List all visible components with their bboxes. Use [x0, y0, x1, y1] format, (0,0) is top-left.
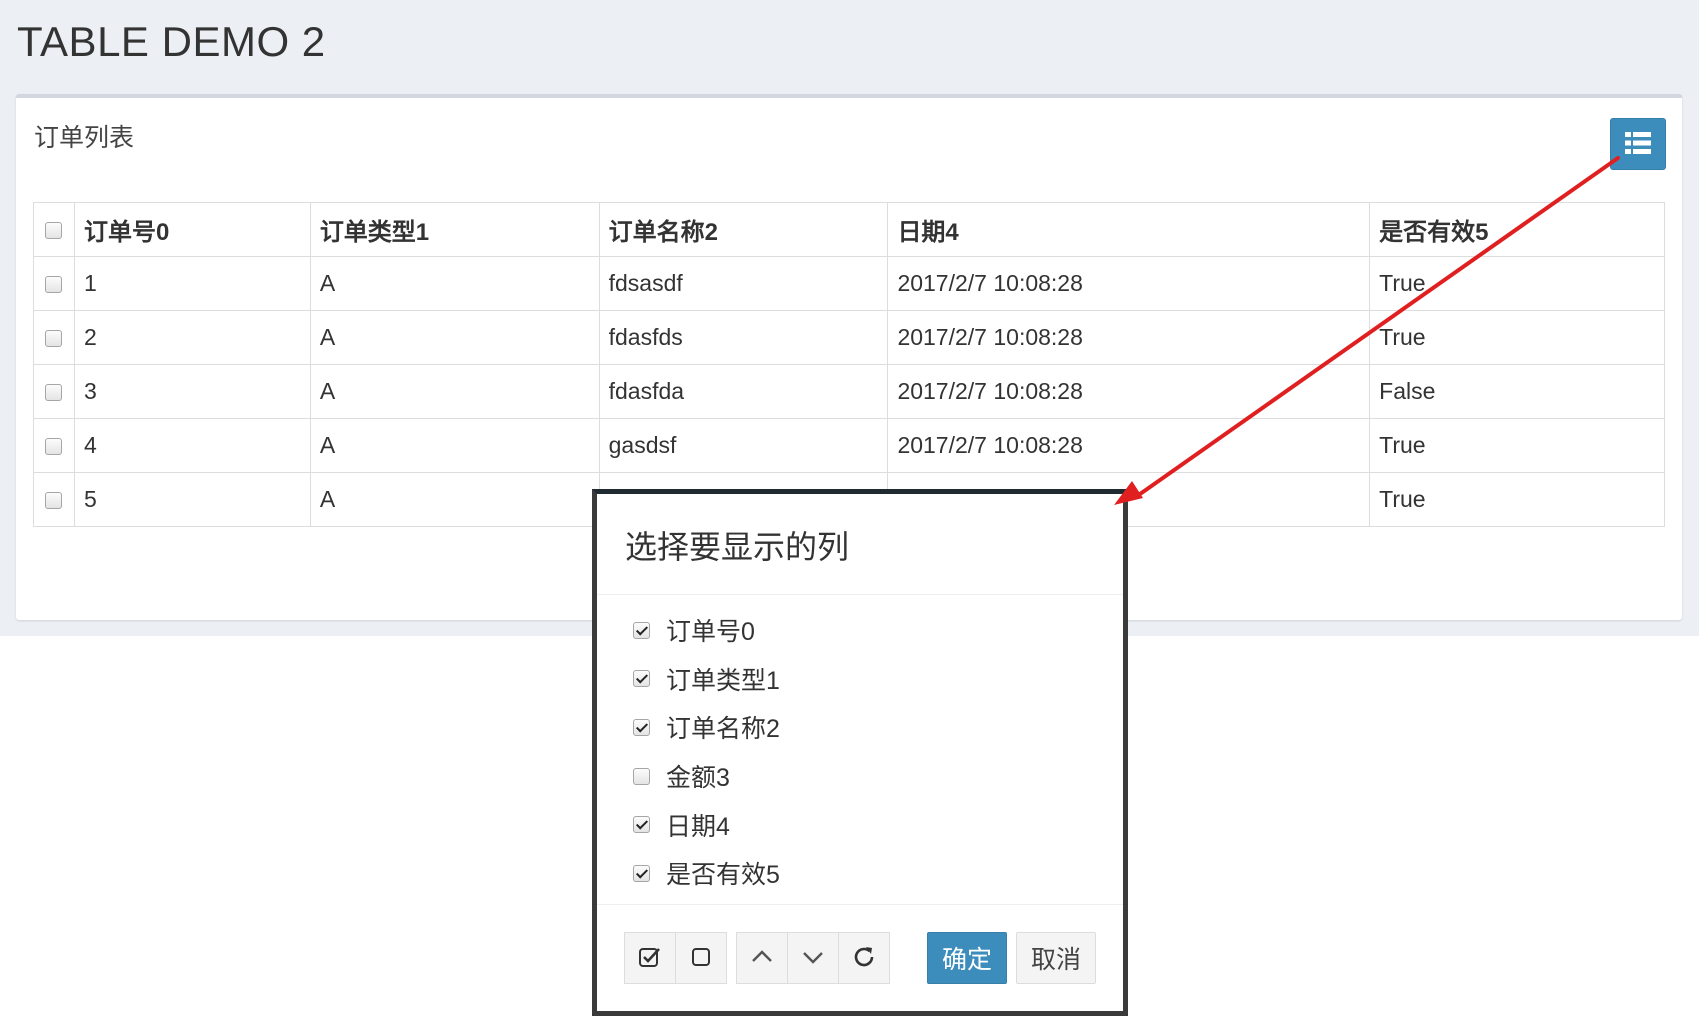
order-id-cell: 1 — [73, 256, 311, 311]
column-option-label: 金额3 — [666, 764, 730, 793]
select-all-cell — [33, 202, 75, 257]
row-checkbox[interactable] — [45, 492, 63, 510]
order-type-cell: A — [309, 256, 600, 311]
divider — [597, 904, 1123, 905]
column-option[interactable]: 订单类型1 — [633, 655, 780, 704]
column-checkbox[interactable] — [633, 718, 650, 736]
dialog-toolbar — [624, 932, 890, 984]
column-checkbox[interactable] — [633, 767, 650, 785]
row-checkbox[interactable] — [45, 384, 63, 402]
valid-cell: True — [1369, 310, 1665, 365]
select-all-checkbox[interactable] — [45, 221, 63, 239]
column-option-list: 订单号0 订单类型1 订单名称2 金额3 日期4 是否有效5 — [633, 606, 780, 898]
column-option-label: 订单名称2 — [666, 715, 780, 744]
column-option-label: 订单号0 — [666, 618, 755, 647]
row-select-cell — [33, 256, 75, 311]
column-checkbox[interactable] — [633, 621, 650, 639]
row-select-cell — [33, 418, 75, 473]
row-select-cell — [33, 472, 75, 527]
move-up-button[interactable] — [736, 932, 788, 984]
table-row[interactable]: 2 A fdasfds 2017/2/7 10:08:28 True — [33, 310, 1665, 365]
order-id-cell: 4 — [73, 418, 311, 473]
column-header[interactable]: 订单类型1 — [309, 202, 600, 257]
row-checkbox[interactable] — [45, 276, 63, 294]
column-header[interactable]: 订单名称2 — [598, 202, 889, 257]
order-id-cell: 2 — [73, 310, 311, 365]
check-all-icon — [638, 945, 662, 972]
column-option-label: 是否有效5 — [666, 861, 780, 890]
dialog-title: 选择要显示的列 — [625, 529, 850, 565]
uncheck-all-button[interactable] — [675, 932, 727, 984]
valid-cell: True — [1369, 256, 1665, 311]
table-row[interactable]: 3 A fdasfda 2017/2/7 10:08:28 False — [33, 364, 1665, 419]
column-header[interactable]: 日期4 — [887, 202, 1371, 257]
divider — [597, 594, 1123, 595]
row-checkbox[interactable] — [45, 438, 63, 456]
order-type-cell: A — [309, 418, 600, 473]
table-row[interactable]: 4 A gasdsf 2017/2/7 10:08:28 True — [33, 418, 1665, 473]
order-name-cell: gasdsf — [598, 418, 889, 473]
valid-cell: True — [1369, 418, 1665, 473]
table-header-row: 订单号0 订单类型1 订单名称2 日期4 是否有效5 — [33, 202, 1665, 257]
cancel-button[interactable]: 取消 — [1016, 932, 1096, 984]
list-icon — [1625, 131, 1651, 157]
orders-table: 订单号0 订单类型1 订单名称2 日期4 是否有效5 1 A fdsasdf 2… — [33, 202, 1665, 527]
row-select-cell — [33, 364, 75, 419]
column-checkbox[interactable] — [633, 816, 650, 834]
column-checkbox[interactable] — [633, 670, 650, 688]
valid-cell: False — [1369, 364, 1665, 419]
order-type-cell: A — [309, 310, 600, 365]
date-cell: 2017/2/7 10:08:28 — [887, 418, 1371, 473]
order-name-cell: fdsasdf — [598, 256, 889, 311]
confirm-button[interactable]: 确定 — [927, 932, 1007, 984]
column-chooser-dialog: 选择要显示的列 订单号0 订单类型1 订单名称2 金额3 日期4 是否有效5 确… — [592, 489, 1128, 1016]
reset-button[interactable] — [838, 932, 890, 984]
column-option-label: 订单类型1 — [666, 666, 780, 695]
check-all-button[interactable] — [624, 932, 676, 984]
page-title: TABLE DEMO 2 — [17, 18, 326, 65]
refresh-icon — [851, 944, 877, 973]
order-id-cell: 5 — [73, 472, 311, 527]
panel-title: 订单列表 — [34, 124, 135, 152]
column-option[interactable]: 订单号0 — [633, 606, 780, 655]
order-id-cell: 3 — [73, 364, 311, 419]
chevron-up-icon — [750, 945, 774, 972]
column-option[interactable]: 订单名称2 — [633, 703, 780, 752]
column-option[interactable]: 是否有效5 — [633, 849, 780, 898]
table-row[interactable]: 1 A fdsasdf 2017/2/7 10:08:28 True — [33, 256, 1665, 311]
row-select-cell — [33, 310, 75, 365]
column-option[interactable]: 金额3 — [633, 752, 780, 801]
uncheck-all-icon — [689, 945, 713, 972]
column-option-label: 日期4 — [666, 812, 730, 841]
order-type-cell: A — [309, 364, 600, 419]
date-cell: 2017/2/7 10:08:28 — [887, 364, 1371, 419]
order-name-cell: fdasfda — [598, 364, 889, 419]
column-header[interactable]: 是否有效5 — [1369, 202, 1665, 257]
column-chooser-button[interactable] — [1610, 118, 1666, 170]
move-down-button[interactable] — [787, 932, 839, 984]
valid-cell: True — [1369, 472, 1665, 527]
row-checkbox[interactable] — [45, 330, 63, 348]
column-checkbox[interactable] — [633, 864, 650, 882]
date-cell: 2017/2/7 10:08:28 — [887, 256, 1371, 311]
order-name-cell: fdasfds — [598, 310, 889, 365]
chevron-down-icon — [801, 945, 825, 972]
order-type-cell: A — [309, 472, 600, 527]
column-option[interactable]: 日期4 — [633, 800, 780, 849]
column-header[interactable]: 订单号0 — [73, 202, 311, 257]
date-cell: 2017/2/7 10:08:28 — [887, 310, 1371, 365]
